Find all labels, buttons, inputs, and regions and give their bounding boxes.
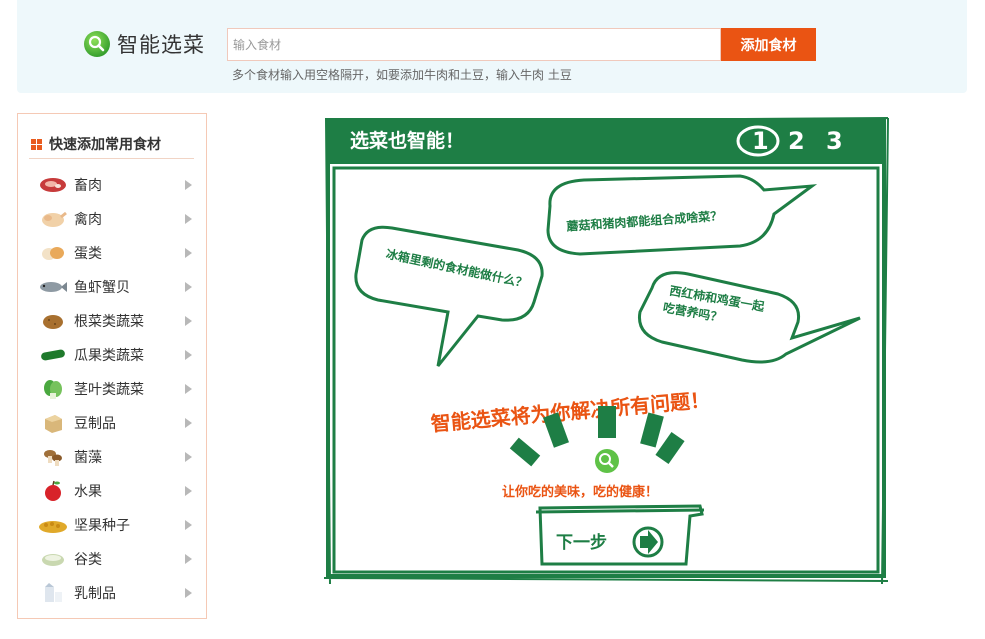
sidebar-item-poultry[interactable]: 禽肉 [38, 202, 198, 236]
next-step-label: 下一步 [556, 532, 607, 553]
sidebar-item-label: 禽肉 [74, 212, 102, 228]
milk-icon [38, 582, 68, 604]
chevron-right-icon [185, 248, 192, 258]
chevron-right-icon [185, 180, 192, 190]
add-ingredient-button[interactable]: 添加食材 [721, 28, 816, 61]
sidebar-item-nuts-seeds[interactable]: 坚果种子 [38, 508, 198, 542]
sidebar-item-label: 瓜果类蔬菜 [74, 348, 144, 364]
step-3[interactable]: 3 [826, 127, 843, 155]
sidebar-item-seafood[interactable]: 鱼虾蟹贝 [38, 270, 198, 304]
sidebar-item-leafy-vegetables[interactable]: 茎叶类蔬菜 [38, 372, 198, 406]
sidebar-item-gourd-vegetables[interactable]: 瓜果类蔬菜 [38, 338, 198, 372]
greens-icon [38, 378, 68, 400]
sidebar-item-label: 水果 [74, 484, 102, 500]
board-title: 选菜也智能！ [350, 129, 464, 152]
grain-icon [38, 548, 68, 570]
chevron-right-icon [185, 452, 192, 462]
chevron-right-icon [185, 486, 192, 496]
sidebar-item-label: 茎叶类蔬菜 [74, 382, 144, 398]
sidebar-item-meat[interactable]: 畜肉 [38, 168, 198, 202]
sidebar-item-label: 乳制品 [74, 586, 116, 602]
chevron-right-icon [185, 520, 192, 530]
grid-icon [31, 138, 42, 150]
logo-text: 智能选菜 [117, 33, 205, 57]
potato-icon [38, 310, 68, 332]
nuts-icon [38, 514, 68, 536]
sidebar-item-label: 豆制品 [74, 416, 116, 432]
next-step-button[interactable]: 下一步 [535, 504, 705, 566]
sidebar-title: 快速添加常用食材 [31, 134, 161, 154]
magnifier-icon [595, 449, 619, 473]
cucumber-icon [38, 344, 68, 366]
sidebar-item-label: 谷类 [74, 552, 102, 568]
sidebar-item-label: 蛋类 [74, 246, 102, 262]
top-header: 智能选菜 添加食材 多个食材输入用空格隔开，如要添加牛肉和土豆，输入牛肉 土豆 [17, 0, 967, 93]
sidebar-item-grains[interactable]: 谷类 [38, 542, 198, 576]
chevron-right-icon [185, 282, 192, 292]
sidebar-item-fruits[interactable]: 水果 [38, 474, 198, 508]
sidebar-item-label: 鱼虾蟹贝 [74, 280, 130, 296]
sidebar-item-soy-products[interactable]: 豆制品 [38, 406, 198, 440]
chevron-right-icon [185, 350, 192, 360]
chevron-right-icon [185, 588, 192, 598]
apple-icon [38, 480, 68, 502]
egg-icon [38, 242, 68, 264]
divider [29, 158, 194, 159]
step-1[interactable]: 1 [752, 127, 769, 155]
search-hint: 多个食材输入用空格隔开，如要添加牛肉和土豆，输入牛肉 土豆 [232, 68, 572, 82]
chevron-right-icon [185, 384, 192, 394]
sidebar-item-eggs[interactable]: 蛋类 [38, 236, 198, 270]
sidebar-item-fungi-algae[interactable]: 菌藻 [38, 440, 198, 474]
mushroom-icon [38, 446, 68, 468]
sidebar-item-root-vegetables[interactable]: 根菜类蔬菜 [38, 304, 198, 338]
chevron-right-icon [185, 418, 192, 428]
logo[interactable]: 智能选菜 [83, 29, 205, 59]
sidebar-item-label: 根菜类蔬菜 [74, 314, 144, 330]
sidebar-title-text: 快速添加常用食材 [49, 137, 161, 153]
sidebar-item-label: 坚果种子 [74, 518, 130, 534]
fish-icon [38, 276, 68, 298]
intro-board: 选菜也智能！ 1 2 3 蘑菇和猪肉都能组合成啥菜？ 冰箱里剩的食材能做什么？ … [323, 117, 889, 584]
sidebar-item-label: 菌藻 [74, 450, 102, 466]
category-list: 畜肉 禽肉 蛋类 鱼虾蟹贝 根菜类蔬菜 瓜果类蔬菜 茎叶类蔬菜 豆制品 菌藻 水… [38, 168, 198, 610]
step-2[interactable]: 2 [788, 127, 805, 155]
chevron-right-icon [185, 554, 192, 564]
sidebar-item-dairy[interactable]: 乳制品 [38, 576, 198, 610]
quick-add-sidebar: 快速添加常用食材 畜肉 禽肉 蛋类 鱼虾蟹贝 根菜类蔬菜 瓜果类蔬菜 茎叶类蔬菜… [17, 113, 207, 619]
tofu-icon [38, 412, 68, 434]
sidebar-item-label: 畜肉 [74, 178, 102, 194]
magnifier-logo-icon [84, 31, 110, 57]
chicken-icon [38, 208, 68, 230]
tagline: 让你吃的美味，吃的健康！ [502, 484, 658, 500]
meat-icon [38, 174, 68, 196]
chevron-right-icon [185, 214, 192, 224]
ingredient-search-input[interactable] [227, 28, 721, 61]
chevron-right-icon [185, 316, 192, 326]
